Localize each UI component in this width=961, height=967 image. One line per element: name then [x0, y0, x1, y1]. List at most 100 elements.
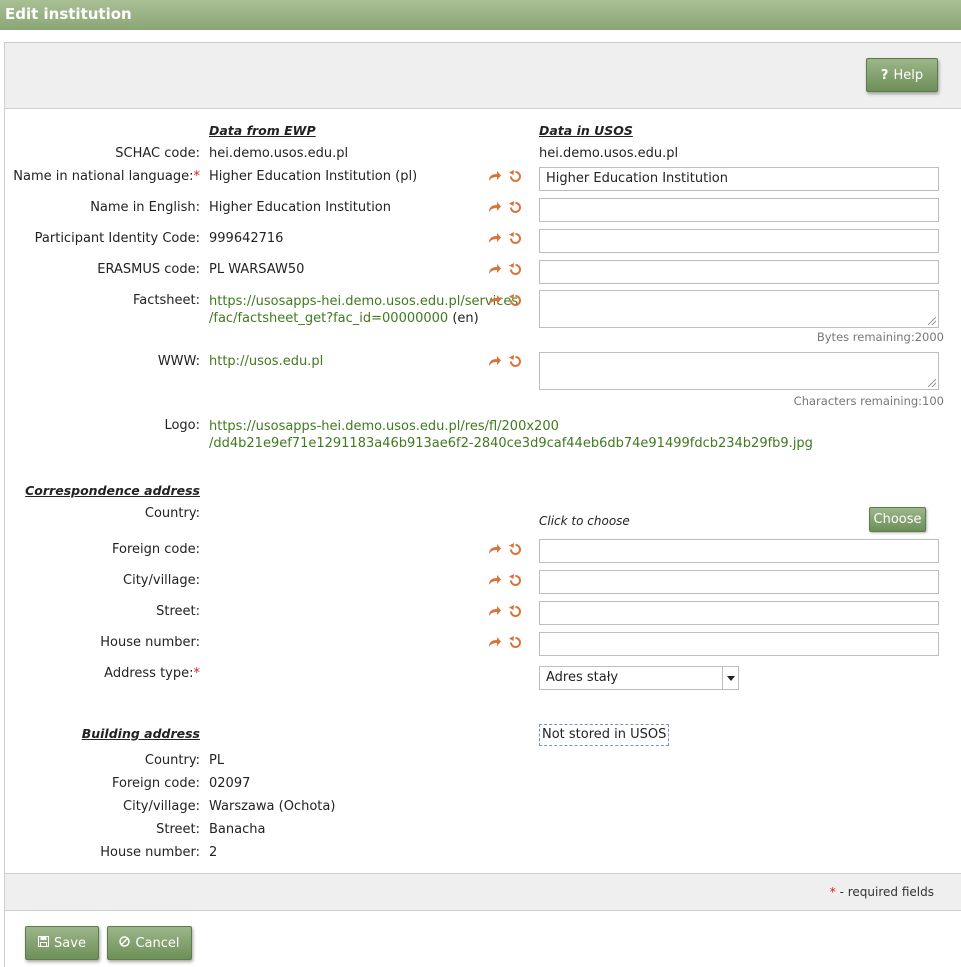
logo-link-line2[interactable]: /dd4b21e9ef71e1291183a46b913ae6f2-2840ce… — [209, 436, 813, 451]
correspondence-address-header: Correspondence address — [25, 483, 200, 498]
corr-city-label: City/village: — [123, 573, 200, 588]
cancel-button-label: Cancel — [135, 935, 180, 951]
bld-city-value: Warszawa (Ochota) — [209, 799, 336, 814]
undo-icon[interactable] — [509, 263, 522, 276]
schac-ewp-value: hei.demo.usos.edu.pl — [209, 146, 349, 161]
factsheet-actions — [488, 294, 522, 307]
name-english-label: Name in English: — [90, 200, 200, 215]
top-toolbar: ? Help — [5, 43, 961, 109]
resize-grip-icon[interactable] — [928, 379, 936, 387]
pic-label: Participant Identity Code: — [34, 231, 200, 246]
help-icon: ? — [880, 67, 889, 83]
save-button-label: Save — [54, 935, 86, 951]
address-type-selected: Adres stały — [546, 670, 619, 685]
erasmus-actions — [488, 263, 522, 276]
factsheet-textarea[interactable] — [539, 290, 939, 328]
required-fields-bar: * - required fields — [5, 873, 961, 911]
www-characters-remaining: Characters remaining:100 — [793, 394, 944, 408]
chevron-down-icon[interactable] — [722, 667, 738, 689]
erasmus-input[interactable] — [539, 260, 939, 284]
corr-foreign-code-input[interactable] — [539, 539, 939, 563]
cancel-circle-icon — [119, 935, 131, 951]
corr-country-label: Country: — [144, 506, 200, 521]
name-national-label: Name in national language:* — [13, 169, 200, 184]
address-type-select[interactable]: Adres stały — [539, 666, 739, 690]
required-mark: * — [193, 666, 201, 681]
logo-link[interactable]: https://usosapps-hei.demo.usos.edu.pl/re… — [209, 419, 559, 434]
floppy-disk-icon — [38, 935, 50, 951]
required-mark: * — [193, 169, 201, 184]
cancel-button[interactable]: Cancel — [107, 926, 192, 960]
www-link[interactable]: http://usos.edu.pl — [209, 354, 323, 369]
copy-arrow-icon[interactable] — [488, 294, 502, 307]
undo-icon[interactable] — [509, 232, 522, 245]
save-button[interactable]: Save — [25, 926, 99, 960]
factsheet-link-line2[interactable]: /fac/factsheet_get?fac_id=00000000 — [209, 311, 448, 326]
undo-icon[interactable] — [509, 636, 522, 649]
corr-foreign-code-actions — [488, 543, 522, 556]
corr-street-actions — [488, 605, 522, 618]
pic-actions — [488, 232, 522, 245]
factsheet-lang: (en) — [448, 311, 479, 326]
resize-grip-icon[interactable] — [928, 317, 936, 325]
ewp-column-header: Data from EWP — [209, 123, 316, 138]
edit-panel: ? Help Data from EWP Data in USOS SCHAC … — [4, 42, 961, 967]
undo-icon[interactable] — [509, 574, 522, 587]
required-fields-note: * - required fields — [829, 885, 934, 899]
copy-arrow-icon[interactable] — [488, 355, 502, 368]
factsheet-bytes-remaining: Bytes remaining:2000 — [816, 330, 944, 344]
bld-street-label: Street: — [156, 822, 200, 837]
name-national-ewp-value: Higher Education Institution (pl) — [209, 169, 418, 184]
name-english-input[interactable] — [539, 198, 939, 222]
corr-house-actions — [488, 636, 522, 649]
www-textarea[interactable] — [539, 352, 939, 390]
corr-city-input[interactable] — [539, 570, 939, 594]
pic-input[interactable] — [539, 229, 939, 253]
name-national-input[interactable]: Higher Education Institution — [539, 167, 939, 191]
corr-country-hint[interactable]: Click to choose — [539, 514, 630, 528]
erasmus-ewp-value: PL WARSAW50 — [209, 262, 305, 277]
corr-house-input[interactable] — [539, 632, 939, 656]
undo-icon[interactable] — [509, 170, 522, 183]
undo-icon[interactable] — [509, 355, 522, 368]
corr-street-input[interactable] — [539, 601, 939, 625]
undo-icon[interactable] — [509, 605, 522, 618]
schac-usos-value: hei.demo.usos.edu.pl — [539, 146, 679, 161]
copy-arrow-icon[interactable] — [488, 201, 502, 214]
name-english-ewp-value: Higher Education Institution — [209, 200, 391, 215]
copy-arrow-icon[interactable] — [488, 543, 502, 556]
help-button[interactable]: ? Help — [866, 58, 938, 92]
factsheet-link[interactable]: https://usosapps-hei.demo.usos.edu.pl/se… — [209, 294, 518, 309]
www-actions — [488, 355, 522, 368]
usos-column-header: Data in USOS — [539, 123, 633, 138]
choose-country-button[interactable]: Choose — [869, 507, 926, 532]
undo-icon[interactable] — [509, 294, 522, 307]
bld-foreign-code-label: Foreign code: — [112, 776, 200, 791]
copy-arrow-icon[interactable] — [488, 636, 502, 649]
factsheet-label: Factsheet: — [133, 293, 200, 308]
bld-foreign-code-value: 02097 — [209, 776, 251, 791]
bld-street-value: Banacha — [209, 822, 266, 837]
www-ewp-value: http://usos.edu.pl — [209, 354, 323, 369]
copy-arrow-icon[interactable] — [488, 263, 502, 276]
bld-city-label: City/village: — [123, 799, 200, 814]
factsheet-ewp-value: https://usosapps-hei.demo.usos.edu.pl/se… — [209, 293, 518, 327]
building-address-header: Building address — [81, 726, 200, 741]
name-english-actions — [488, 201, 522, 214]
bld-house-label: House number: — [100, 845, 200, 860]
logo-label: Logo: — [164, 418, 200, 433]
copy-arrow-icon[interactable] — [488, 574, 502, 587]
copy-arrow-icon[interactable] — [488, 170, 502, 183]
bld-house-value: 2 — [209, 845, 218, 860]
pic-ewp-value: 999642716 — [209, 231, 284, 246]
address-type-label: Address type:* — [104, 666, 200, 681]
copy-arrow-icon[interactable] — [488, 232, 502, 245]
undo-icon[interactable] — [509, 543, 522, 556]
www-label: WWW: — [157, 354, 200, 369]
erasmus-label: ERASMUS code: — [97, 262, 200, 277]
logo-ewp-value: https://usosapps-hei.demo.usos.edu.pl/re… — [209, 418, 813, 452]
not-stored-note: Not stored in USOS — [539, 724, 670, 746]
copy-arrow-icon[interactable] — [488, 605, 502, 618]
undo-icon[interactable] — [509, 201, 522, 214]
bld-country-value: PL — [209, 753, 225, 768]
